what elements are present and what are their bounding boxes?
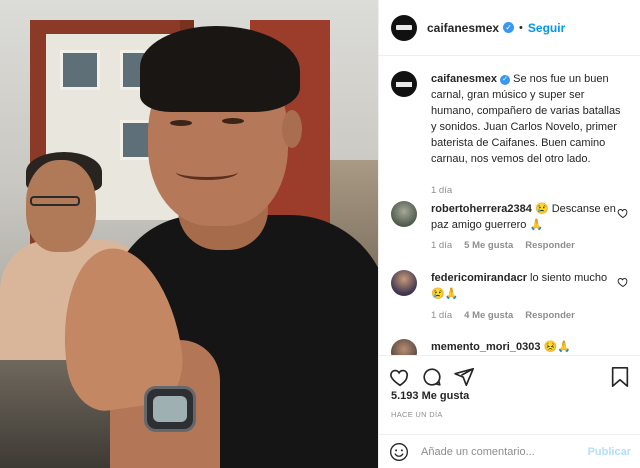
comment-username[interactable]: federicomirandacr (431, 272, 527, 284)
heart-icon[interactable] (389, 366, 411, 388)
caption-time[interactable]: 1 día (431, 185, 452, 196)
list-item: memento_mori_0303 😣🙏 (391, 339, 629, 355)
photo-eye (222, 118, 244, 124)
comments-list[interactable]: caifanesmex ✓ Se nos fue un buen carnal,… (379, 57, 640, 355)
comment-input[interactable] (421, 445, 581, 458)
photo-main-person-hair (140, 26, 300, 112)
comment-text: memento_mori_0303 😣🙏 (431, 339, 621, 355)
comment-time[interactable]: 1 día (431, 240, 452, 251)
caption-username[interactable]: caifanesmex (431, 73, 497, 85)
heart-icon[interactable] (617, 207, 629, 219)
comment-text: federicomirandacr lo siento mucho 😢🙏 (431, 270, 621, 302)
photo-door-frame (30, 20, 190, 34)
comment-time[interactable]: 1 día (431, 310, 452, 321)
separator-dot: • (519, 21, 523, 34)
emoji-icon[interactable] (389, 442, 409, 462)
avatar[interactable] (391, 14, 417, 41)
post-header: caifanesmex ✓ • Seguir (379, 0, 640, 56)
header-username[interactable]: caifanesmex (427, 21, 499, 35)
post-side-panel: caifanesmex ✓ • Seguir caifanesmex ✓ Se … (378, 0, 640, 468)
caption-meta: 1 día (431, 185, 452, 196)
list-item: robertoherrera2384 😢 Descanse en paz ami… (391, 201, 629, 261)
avatar[interactable] (391, 71, 417, 97)
comment-likes[interactable]: 5 Me gusta (464, 240, 513, 251)
verified-icon: ✓ (500, 75, 511, 85)
caption-body: Se nos fue un buen carnal, gran músico y… (431, 73, 621, 165)
comment-body: 😣🙏 (543, 341, 571, 353)
share-icon[interactable] (453, 366, 475, 388)
photo-glasses (30, 196, 80, 206)
caption: caifanesmex ✓ Se nos fue un buen carnal,… (391, 71, 629, 196)
caption-text: caifanesmex ✓ Se nos fue un buen carnal,… (431, 71, 621, 167)
photo-background-person-head (26, 160, 96, 252)
photo-window (60, 50, 100, 90)
comment-icon[interactable] (421, 366, 443, 388)
avatar[interactable] (391, 270, 417, 296)
photo-eye (170, 120, 192, 126)
comment-meta: 1 día 5 Me gusta Responder (431, 240, 575, 251)
photo-smile (176, 164, 238, 180)
heart-icon[interactable] (617, 276, 629, 288)
post-photo[interactable] (0, 0, 378, 468)
publish-button[interactable]: Publicar (588, 446, 631, 458)
comment-username[interactable]: memento_mori_0303 (431, 341, 540, 353)
photo-main-person-ear (282, 110, 302, 148)
bookmark-icon[interactable] (609, 366, 631, 388)
add-comment-row: Publicar (379, 434, 640, 468)
follow-button[interactable]: Seguir (528, 21, 565, 35)
comment-username[interactable]: robertoherrera2384 (431, 203, 532, 215)
likes-count[interactable]: 5.193 Me gusta (391, 390, 469, 402)
comment-text: robertoherrera2384 😢 Descanse en paz ami… (431, 201, 621, 233)
comment-meta: 1 día 4 Me gusta Responder (431, 310, 575, 321)
avatar[interactable] (391, 201, 417, 227)
reply-button[interactable]: Responder (525, 240, 575, 251)
post-timestamp[interactable]: HACE UN DÍA (391, 410, 443, 419)
avatar[interactable] (391, 339, 417, 355)
comment-likes[interactable]: 4 Me gusta (464, 310, 513, 321)
reply-button[interactable]: Responder (525, 310, 575, 321)
verified-icon: ✓ (503, 22, 515, 33)
photo-watch-face (153, 396, 187, 422)
list-item: federicomirandacr lo siento mucho 😢🙏 1 d… (391, 270, 629, 330)
